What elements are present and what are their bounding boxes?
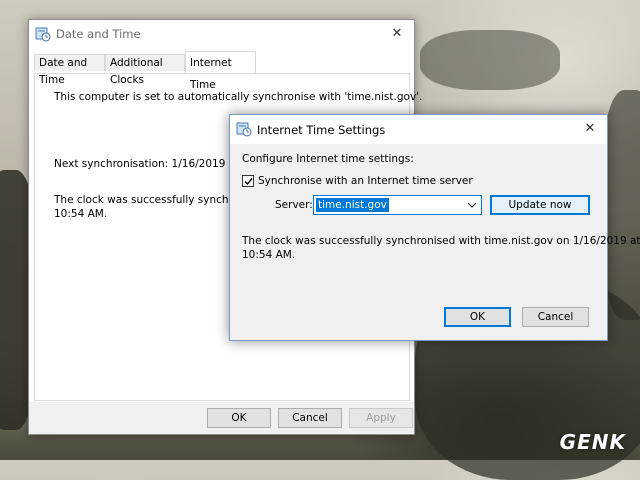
clock-icon [35,27,51,42]
window-footer: OK Cancel Apply [29,402,414,434]
dialog-ok-button[interactable]: OK [444,307,511,327]
configure-label: Configure Internet time settings: [242,153,414,165]
ok-button[interactable]: OK [207,408,271,428]
background-tree [420,30,560,90]
server-value[interactable]: time.nist.gov [316,198,389,212]
apply-button[interactable]: Apply [349,408,413,428]
server-combobox[interactable]: time.nist.gov [313,195,482,215]
sync-checkbox[interactable] [242,175,254,187]
window-title: Date and Time [56,27,141,41]
clock-icon [236,122,252,137]
dialog-status-line2: 10:54 AM. [242,249,296,261]
genk-watermark: GENK [559,430,626,454]
dialog-title: Internet Time Settings [257,123,386,137]
tab-strip: Date and Time Additional Clocks Internet… [34,51,410,91]
title-bar: Date and Time ✕ [29,20,414,49]
tab-internet-time[interactable]: Internet Time [185,51,256,91]
dialog-cancel-button[interactable]: Cancel [522,307,589,327]
sync-status-line2: 10:54 AM. [54,208,108,220]
tab-date-and-time[interactable]: Date and Time [34,54,105,86]
checkmark-icon [244,178,253,186]
close-icon[interactable]: ✕ [579,119,601,139]
close-icon[interactable]: ✕ [386,24,408,44]
internet-time-settings-dialog: Internet Time Settings ✕ Configure Inter… [229,114,640,341]
auto-sync-text: This computer is set to automatically sy… [54,91,423,103]
tab-additional-clocks[interactable]: Additional Clocks [105,54,185,86]
dialog-title-bar: Internet Time Settings ✕ [230,115,607,144]
cancel-button[interactable]: Cancel [278,408,342,428]
update-now-button[interactable]: Update now [490,195,590,215]
server-label: Server: [275,199,313,211]
sync-checkbox-label[interactable]: Synchronise with an Internet time server [258,174,473,188]
chevron-down-icon[interactable] [467,200,477,210]
dialog-status-line1: The clock was successfully synchronised … [242,235,640,247]
